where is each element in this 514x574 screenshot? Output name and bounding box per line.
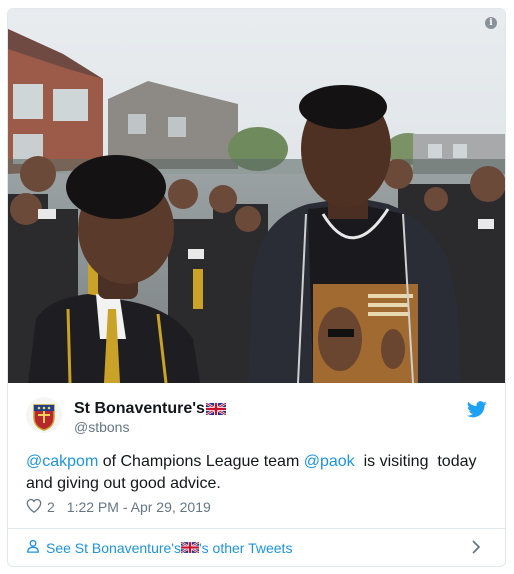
tweet-timestamp[interactable]: 1:22 PM - Apr 29, 2019 <box>67 499 211 515</box>
embedded-tweet-card: i St Bonaventure's @stbons @cakpom of Ch… <box>7 8 506 567</box>
tweet-media-photo[interactable]: i <box>8 9 505 383</box>
heart-icon[interactable] <box>26 498 42 516</box>
author-name[interactable]: St Bonaventure's <box>74 400 205 417</box>
tweet-author: St Bonaventure's @stbons <box>26 397 491 437</box>
twitter-bird-icon[interactable] <box>466 401 487 423</box>
tweet-meta: 2 1:22 PM - Apr 29, 2019 <box>26 498 211 516</box>
see-other-tweets-prefix: See St Bonaventure's <box>46 539 181 556</box>
chevron-right-icon[interactable] <box>472 540 481 559</box>
union-jack-flag-icon <box>205 401 227 420</box>
see-other-tweets-link[interactable]: See St Bonaventure's 's other Tweets <box>8 529 505 566</box>
like-count[interactable]: 2 <box>47 499 55 515</box>
tweet-text: @cakpom of Champions League team @paok i… <box>26 451 496 495</box>
author-handle[interactable]: @stbons <box>74 419 129 435</box>
tweet-text-part-1: of Champions League team <box>98 453 304 470</box>
photo-illustration <box>8 9 505 383</box>
mention-link-cakpom[interactable]: @cakpom <box>26 453 98 470</box>
union-jack-flag-icon <box>180 540 200 556</box>
person-icon <box>26 539 40 556</box>
school-crest-icon[interactable] <box>26 397 62 433</box>
see-other-tweets-content: See St Bonaventure's 's other Tweets <box>26 539 292 556</box>
info-icon[interactable]: i <box>485 17 497 29</box>
see-other-tweets-suffix: 's other Tweets <box>198 539 293 556</box>
author-name-row[interactable]: St Bonaventure's <box>74 400 227 420</box>
mention-link-paok[interactable]: @paok <box>304 453 355 470</box>
